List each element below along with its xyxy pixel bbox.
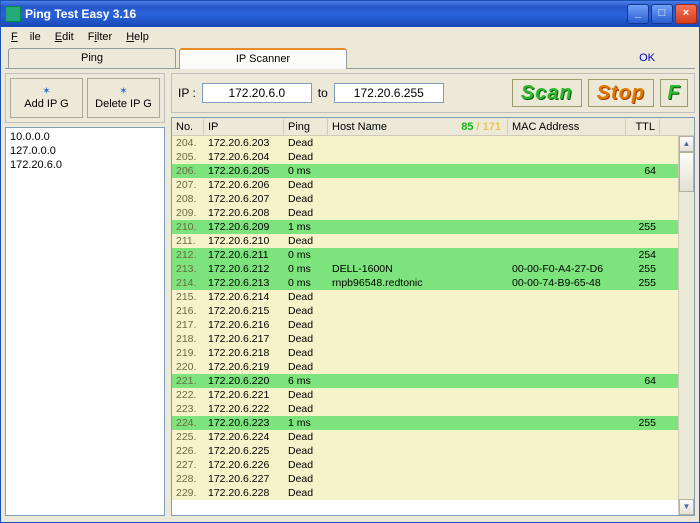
results-grid: No. IP Ping Host Name 85 / 171 MAC Addre…	[171, 117, 695, 516]
menu-file[interactable]: File	[5, 30, 47, 44]
table-row[interactable]: 220.172.20.6.219Dead	[172, 360, 694, 374]
table-row[interactable]: 205.172.20.6.204Dead	[172, 150, 694, 164]
add-ipg-button[interactable]: ✶ Add IP G	[10, 78, 83, 118]
ipg-item[interactable]: 10.0.0.0	[10, 130, 160, 144]
table-row[interactable]: 229.172.20.6.228Dead	[172, 486, 694, 500]
scroll-thumb[interactable]	[679, 152, 694, 192]
scroll-up-icon[interactable]: ▲	[679, 136, 694, 152]
menubar: File Edit Filter Help	[1, 27, 699, 47]
window-title: Ping Test Easy 3.16	[25, 7, 136, 21]
ip-to-input[interactable]	[334, 83, 444, 103]
delete-ipg-button[interactable]: ✶ Delete IP G	[87, 78, 160, 118]
col-host[interactable]: Host Name 85 / 171	[328, 119, 508, 135]
table-row[interactable]: 211.172.20.6.210Dead	[172, 234, 694, 248]
table-row[interactable]: 225.172.20.6.224Dead	[172, 430, 694, 444]
scan-button[interactable]: Scan	[512, 79, 582, 107]
col-mac[interactable]: MAC Address	[508, 119, 626, 135]
table-row[interactable]: 219.172.20.6.218Dead	[172, 346, 694, 360]
col-ttl[interactable]: TTL	[626, 119, 660, 135]
table-row[interactable]: 213.172.20.6.2120 msDELL-1600N00-00-F0-A…	[172, 262, 694, 276]
table-row[interactable]: 208.172.20.6.207Dead	[172, 192, 694, 206]
left-panel: ✶ Add IP G ✶ Delete IP G 10.0.0.0127.0.0…	[5, 73, 165, 516]
tab-row: Ping IP Scanner OK	[5, 47, 695, 69]
ipg-item[interactable]: 127.0.0.0	[10, 144, 160, 158]
table-row[interactable]: 222.172.20.6.221Dead	[172, 388, 694, 402]
scroll-down-icon[interactable]: ▼	[679, 499, 694, 515]
table-row[interactable]: 218.172.20.6.217Dead	[172, 332, 694, 346]
ip-label: IP :	[178, 86, 196, 100]
stop-button[interactable]: Stop	[588, 79, 654, 107]
delete-icon: ✶	[119, 86, 127, 97]
maximize-button[interactable]: □	[651, 4, 673, 24]
f-button[interactable]: F	[660, 79, 688, 107]
status-ok: OK	[639, 52, 655, 64]
menu-help[interactable]: Help	[120, 30, 155, 44]
app-window: Ping Test Easy 3.16 _ □ × File Edit Filt…	[0, 0, 700, 523]
tab-ip-scanner[interactable]: IP Scanner	[179, 48, 347, 69]
table-row[interactable]: 217.172.20.6.216Dead	[172, 318, 694, 332]
table-row[interactable]: 227.172.20.6.226Dead	[172, 458, 694, 472]
right-panel: IP : to Scan Stop F No. IP Ping Ho	[171, 73, 695, 516]
ip-from-input[interactable]	[202, 83, 312, 103]
col-ip[interactable]: IP	[204, 119, 284, 135]
table-row[interactable]: 216.172.20.6.215Dead	[172, 304, 694, 318]
table-row[interactable]: 214.172.20.6.2130 msrnpb96548.redtonic00…	[172, 276, 694, 290]
table-row[interactable]: 223.172.20.6.222Dead	[172, 402, 694, 416]
close-button[interactable]: ×	[675, 4, 697, 24]
scrollbar[interactable]: ▲ ▼	[678, 136, 694, 515]
minimize-button[interactable]: _	[627, 4, 649, 24]
table-row[interactable]: 221.172.20.6.2206 ms64	[172, 374, 694, 388]
grid-header[interactable]: No. IP Ping Host Name 85 / 171 MAC Addre…	[172, 118, 694, 136]
table-row[interactable]: 206.172.20.6.2050 ms64	[172, 164, 694, 178]
grid-body[interactable]: ▲ ▼ 204.172.20.6.203Dead205.172.20.6.204…	[172, 136, 694, 515]
table-row[interactable]: 228.172.20.6.227Dead	[172, 472, 694, 486]
table-row[interactable]: 212.172.20.6.2110 ms254	[172, 248, 694, 262]
alive-count: 85 / 171	[461, 121, 503, 133]
app-icon	[5, 6, 21, 22]
ipg-list[interactable]: 10.0.0.0127.0.0.0172.20.6.0	[5, 127, 165, 516]
table-row[interactable]: 226.172.20.6.225Dead	[172, 444, 694, 458]
titlebar[interactable]: Ping Test Easy 3.16 _ □ ×	[1, 1, 699, 27]
table-row[interactable]: 224.172.20.6.2231 ms255	[172, 416, 694, 430]
table-row[interactable]: 207.172.20.6.206Dead	[172, 178, 694, 192]
table-row[interactable]: 209.172.20.6.208Dead	[172, 206, 694, 220]
col-no[interactable]: No.	[172, 119, 204, 135]
add-icon: ✶	[42, 86, 50, 97]
to-label: to	[318, 86, 328, 100]
col-ping[interactable]: Ping	[284, 119, 328, 135]
table-row[interactable]: 210.172.20.6.2091 ms255	[172, 220, 694, 234]
table-row[interactable]: 215.172.20.6.214Dead	[172, 290, 694, 304]
ipg-item[interactable]: 172.20.6.0	[10, 158, 160, 172]
scan-config: IP : to Scan Stop F	[171, 73, 695, 113]
ipg-toolbar: ✶ Add IP G ✶ Delete IP G	[5, 73, 165, 123]
menu-filter[interactable]: Filter	[82, 30, 118, 44]
tab-ping[interactable]: Ping	[8, 48, 176, 68]
menu-edit[interactable]: Edit	[49, 30, 80, 44]
table-row[interactable]: 204.172.20.6.203Dead	[172, 136, 694, 150]
